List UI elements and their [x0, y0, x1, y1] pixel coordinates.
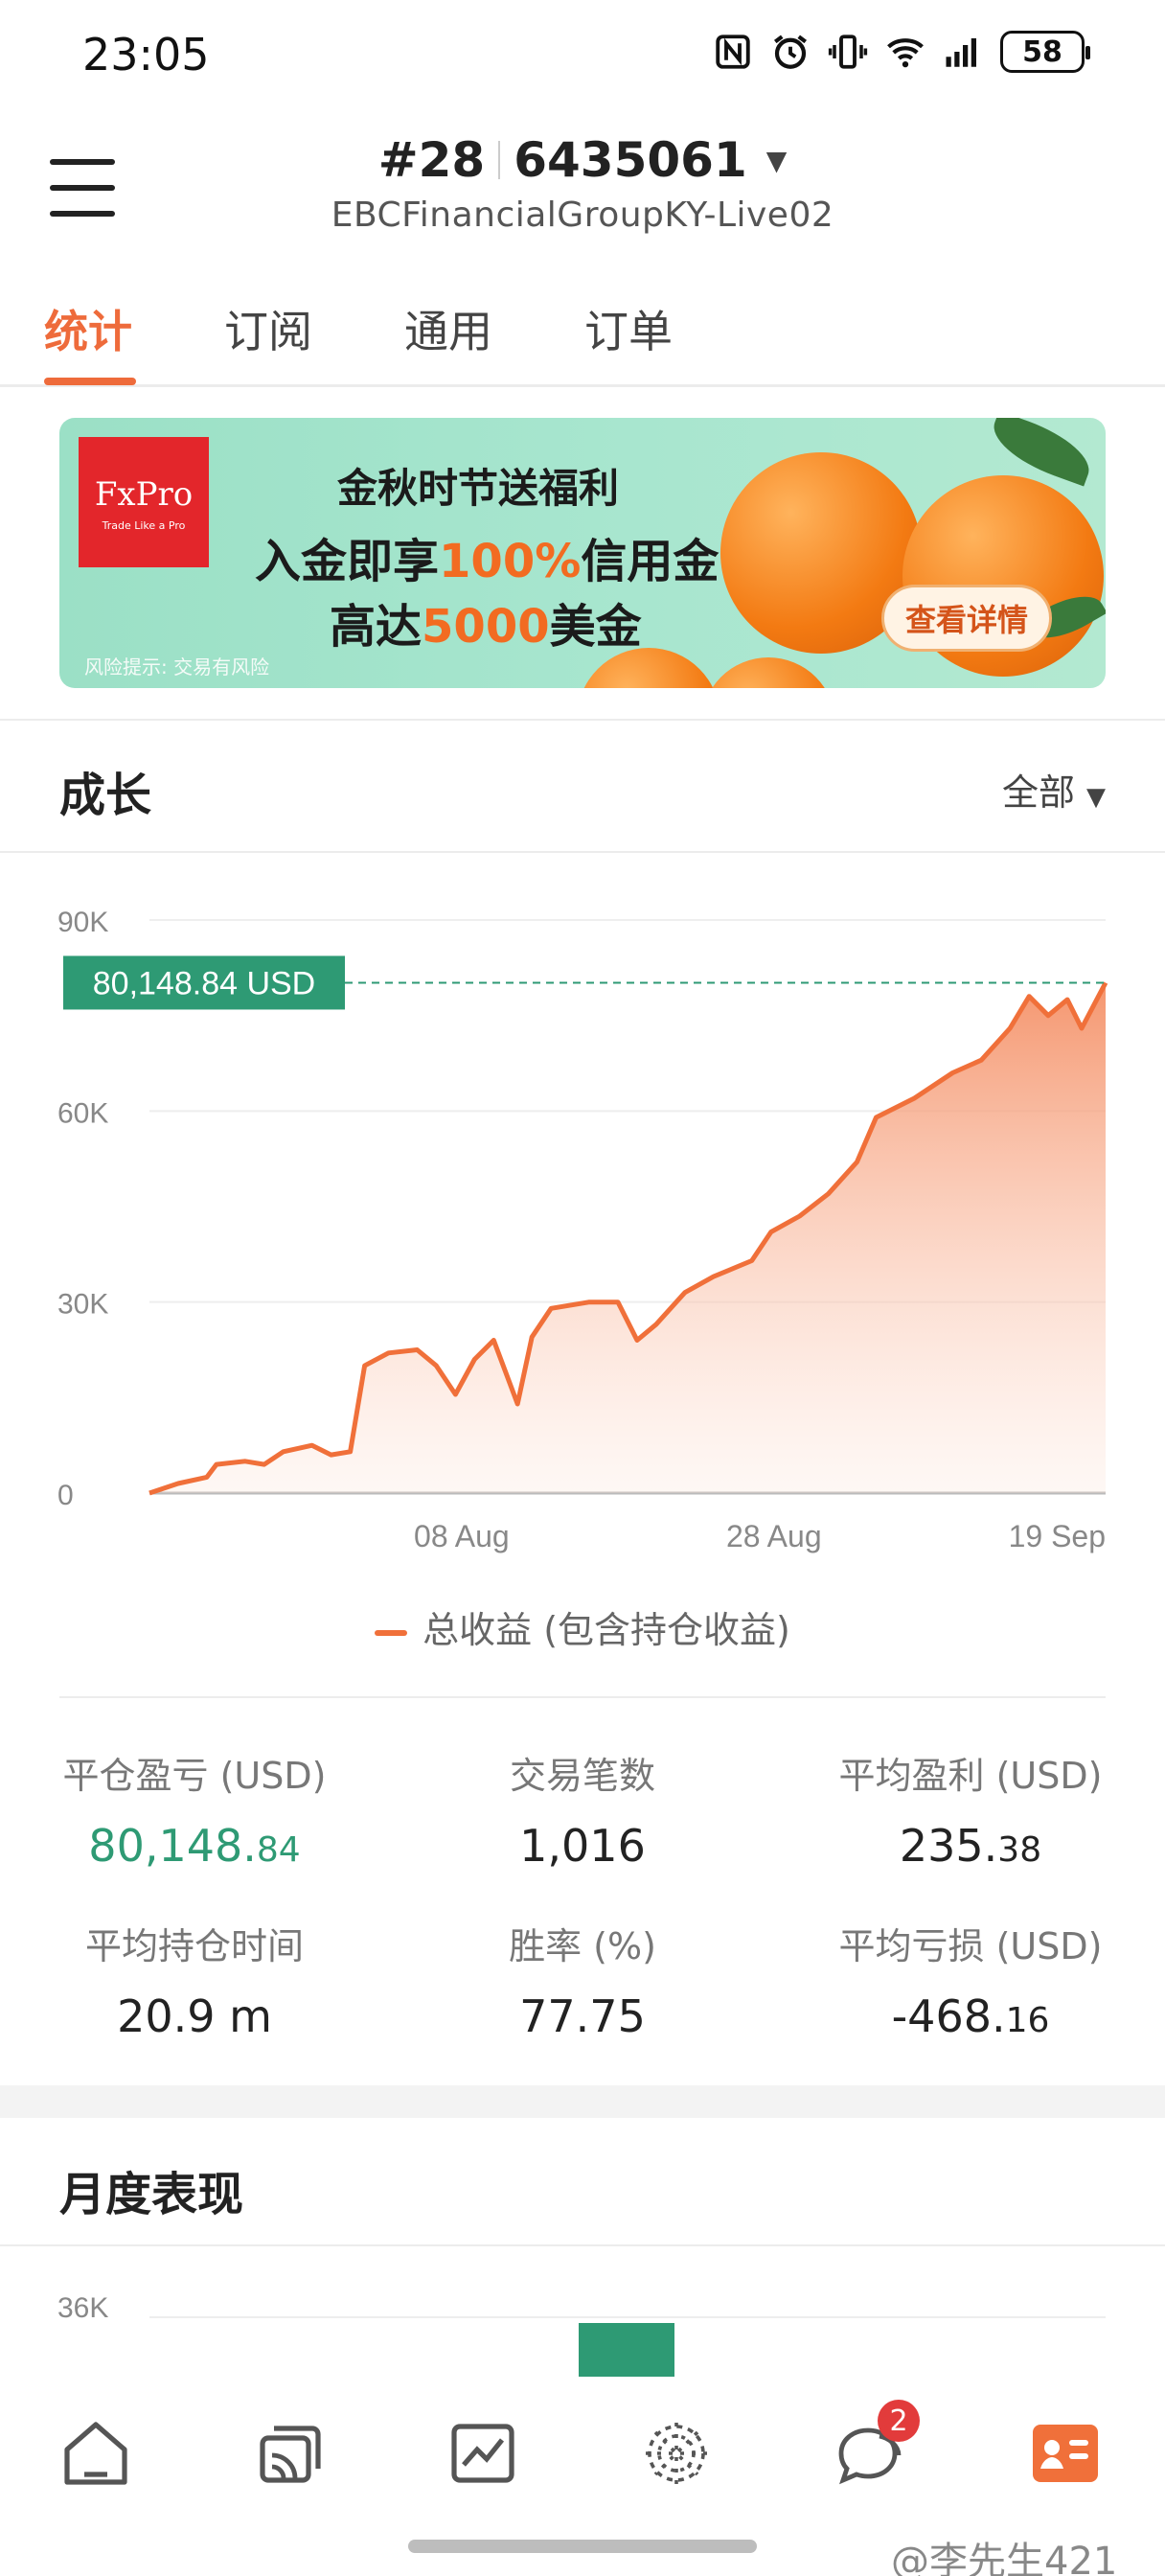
- stat-value: 1,016: [519, 1820, 646, 1872]
- y-tick-label: 30K: [57, 1289, 108, 1321]
- stat-value-decimals: 16: [1005, 2001, 1050, 2040]
- stat-value: 235.38: [899, 1820, 1042, 1872]
- chart-icon[interactable]: [445, 2415, 521, 2492]
- banner-headline: 金秋时节送福利: [337, 465, 620, 512]
- watermark: @李先生421: [891, 2540, 1118, 2576]
- monthly-bar: [579, 2323, 674, 2377]
- stat-label: 平均亏损 (USD): [838, 1925, 1103, 1967]
- stat-label: 交易笔数: [509, 1755, 655, 1797]
- status-icons: 58: [713, 31, 1090, 73]
- stat-value: -468.16: [891, 1990, 1050, 2042]
- series-area: [149, 982, 1106, 1493]
- status-bar: 23:05 58: [0, 0, 1165, 115]
- monthly-y-tick: 36K: [57, 2292, 108, 2324]
- divider: [498, 141, 501, 179]
- stat-item: 交易笔数 1,016: [388, 1746, 777, 1872]
- tab-statistics[interactable]: 统计: [44, 297, 132, 360]
- stat-label: 胜率 (%): [509, 1925, 656, 1967]
- signal-icon: [946, 38, 976, 67]
- current-value-label: 80,148.84 USD: [93, 965, 316, 1001]
- home-icon[interactable]: [57, 2415, 134, 2492]
- period-filter[interactable]: 全部 ▼: [1002, 763, 1106, 816]
- growth-chart: 90K 60K 30K 0 08 Aug 28 Aug 19 Sep 80,148.84 U…: [57, 907, 1108, 1553]
- y-tick-label: 90K: [57, 907, 108, 938]
- chart-legend: 总收益 (包含持仓收益): [0, 1600, 1165, 1653]
- stat-item: 平仓盈亏 (USD) 80,148.84: [0, 1746, 389, 1872]
- stat-label: 平均盈利 (USD): [838, 1755, 1103, 1797]
- status-time: 23:05: [82, 29, 210, 80]
- divider: [0, 851, 1165, 853]
- stat-label: 平均持仓时间: [84, 1925, 304, 1967]
- stat-item: 平均持仓时间 20.9 m: [0, 1917, 389, 2042]
- stat-item: 胜率 (%) 77.75: [388, 1917, 777, 2042]
- orange-image: [701, 657, 835, 688]
- profile-icon[interactable]: [1027, 2415, 1104, 2492]
- messages-button[interactable]: 2: [832, 2400, 920, 2492]
- y-tick-label: 0: [57, 1480, 74, 1511]
- divider: [59, 1696, 1106, 1698]
- section-separator: [0, 2085, 1165, 2118]
- stat-value: 20.9 m: [117, 1990, 272, 2042]
- stat-value-decimals: 38: [997, 1830, 1042, 1870]
- battery-indicator: 58: [1000, 31, 1090, 73]
- vibrate-icon: [828, 34, 868, 69]
- tab-subscriptions[interactable]: 订阅: [224, 297, 312, 360]
- chevron-down-icon[interactable]: ▼: [766, 145, 788, 176]
- x-tick-label: 28 Aug: [726, 1519, 822, 1553]
- home-indicator[interactable]: [408, 2540, 757, 2553]
- growth-title: 成长: [59, 769, 152, 822]
- broker-name: EBCFinancialGroupKY-Live02: [331, 196, 834, 235]
- legend-swatch: [375, 1629, 408, 1636]
- tab-general[interactable]: 通用: [404, 297, 492, 360]
- stat-value: 80,148.84: [88, 1820, 301, 1872]
- stat-value: 77.75: [519, 1990, 646, 2042]
- stat-value-decimals: 84: [256, 1830, 301, 1870]
- y-tick-label: 60K: [57, 1097, 108, 1129]
- account-selector[interactable]: #28 6435061 ▼ EBCFinancialGroupKY-Live02: [0, 132, 1165, 235]
- risk-disclaimer: 风险提示: 交易有风险: [84, 656, 270, 678]
- account-number: 6435061: [514, 132, 747, 188]
- nfc-icon: [716, 34, 750, 69]
- tab-bar: 统计 订阅 通用 订单: [0, 288, 1165, 387]
- divider: [0, 2244, 1165, 2246]
- promo-banner[interactable]: FxPro Trade Like a Pro 金秋时节送福利 入金即享100%信…: [59, 418, 1106, 688]
- copy-trading-icon[interactable]: [251, 2415, 328, 2492]
- alarm-icon: [773, 34, 808, 69]
- notification-badge: 2: [878, 2400, 920, 2442]
- x-tick-label: 08 Aug: [414, 1519, 510, 1553]
- stat-label: 平仓盈亏 (USD): [62, 1755, 327, 1797]
- tab-orders[interactable]: 订单: [584, 297, 673, 360]
- wifi-icon: [887, 38, 924, 68]
- view-details-button[interactable]: 查看详情: [881, 585, 1052, 652]
- banner-line-2: 入金即享100%信用金: [255, 535, 720, 588]
- fxpro-logo: FxPro Trade Like a Pro: [79, 437, 209, 567]
- stat-item: 平均盈利 (USD) 235.38: [776, 1746, 1165, 1872]
- banner-line-3: 高达5000美金: [330, 600, 642, 654]
- chevron-down-icon: ▼: [1086, 783, 1106, 812]
- stat-item: 平均亏损 (USD) -468.16: [776, 1917, 1165, 2042]
- divider: [0, 719, 1165, 721]
- monthly-performance-title: 月度表现: [59, 2168, 244, 2221]
- active-tab-indicator: [44, 378, 136, 385]
- x-tick-label: 19 Sep: [1009, 1519, 1106, 1553]
- discover-icon[interactable]: [638, 2415, 715, 2492]
- monthly-chart: 36K: [57, 2292, 1106, 2377]
- account-rank: #28: [377, 132, 486, 188]
